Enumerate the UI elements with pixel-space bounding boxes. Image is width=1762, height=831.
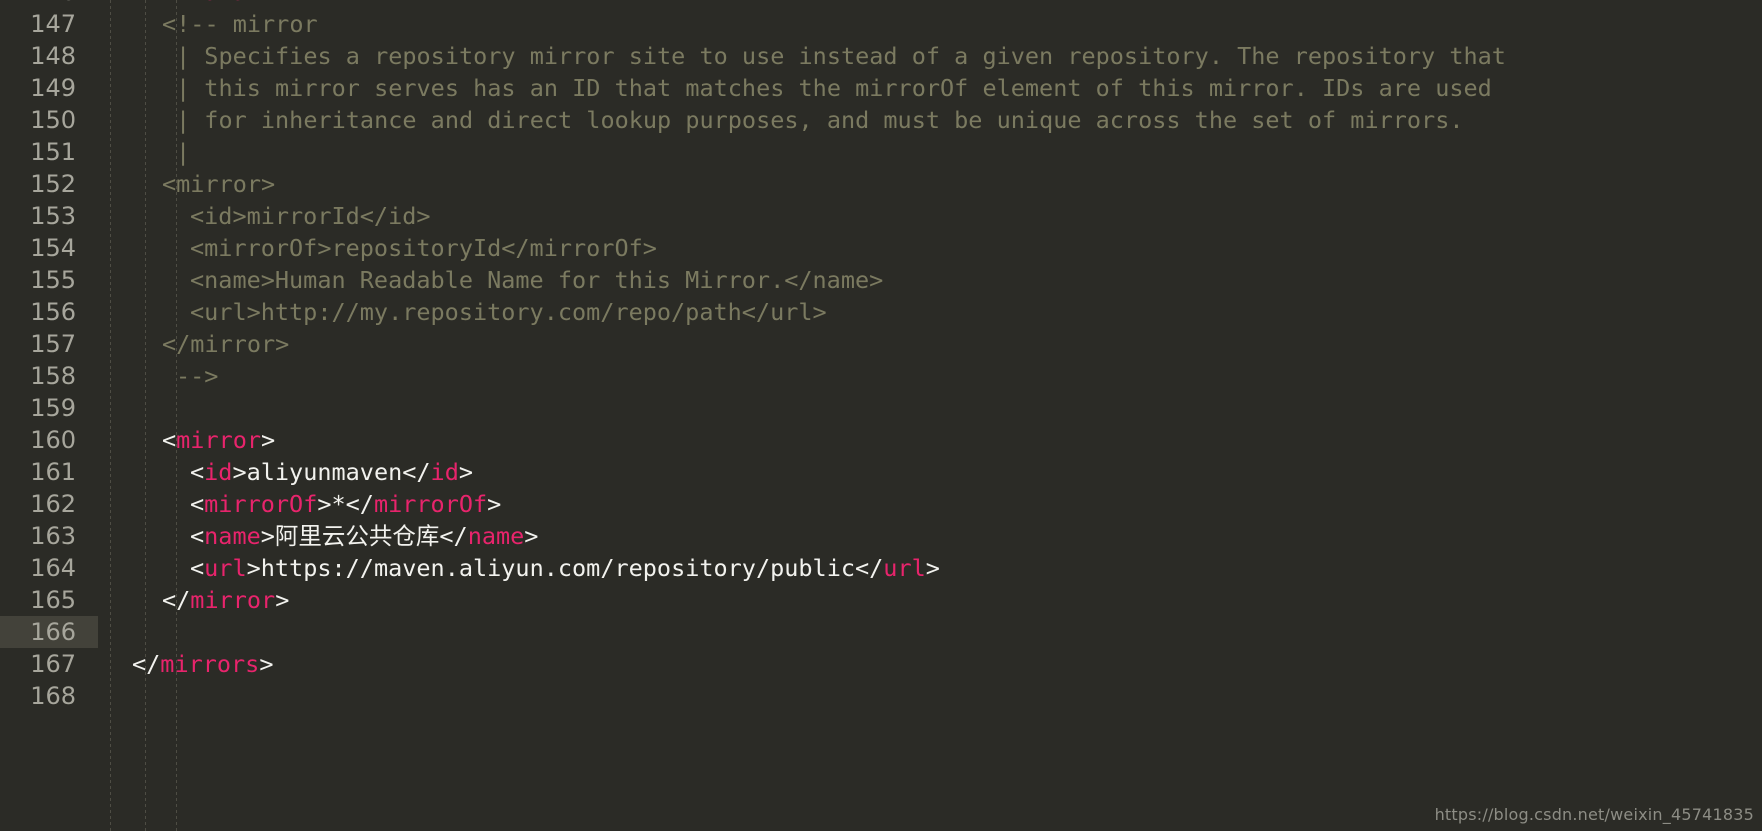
token-text: aliyunmaven (246, 458, 403, 486)
code-line-160[interactable]: <mirror> (162, 424, 275, 456)
code-editor[interactable]: 1461471481491501511521531541551561571581… (0, 0, 1762, 831)
token-comment: --> (176, 362, 219, 390)
token-text: https://maven.aliyun.com/repository/publ… (260, 554, 855, 582)
token-tag: id (204, 458, 233, 486)
token-punct: < (190, 458, 205, 486)
line-number-148[interactable]: 148 (0, 40, 98, 72)
code-line-161[interactable]: <id>aliyunmaven</id> (190, 456, 473, 488)
line-number-159[interactable]: 159 (0, 392, 98, 424)
line-number-158[interactable]: 158 (0, 360, 98, 392)
code-line-146[interactable]: <mirrors> (132, 0, 259, 8)
token-text: * (331, 490, 346, 518)
token-punct: > (260, 522, 275, 550)
token-punct: </ (402, 458, 431, 486)
line-number-160[interactable]: 160 (0, 424, 98, 456)
code-line-155[interactable]: <name>Human Readable Name for this Mirro… (190, 264, 883, 296)
token-punct: </ (855, 554, 884, 582)
token-punct: > (261, 426, 276, 454)
line-number-154[interactable]: 154 (0, 232, 98, 264)
code-line-157[interactable]: </mirror> (162, 328, 289, 360)
token-punct: < (162, 426, 177, 454)
token-tag: url (883, 554, 926, 582)
code-line-147[interactable]: <!-- mirror (162, 8, 318, 40)
token-comment: </mirror> (162, 330, 290, 358)
line-number-165[interactable]: 165 (0, 584, 98, 616)
token-punct: > (245, 0, 259, 6)
token-punct: > (458, 458, 473, 486)
token-comment: <mirrorOf>repositoryId</mirrorOf> (190, 234, 657, 262)
token-text: 阿里云公共仓库 (274, 522, 440, 550)
token-punct: </ (345, 490, 374, 518)
line-number-168[interactable]: 168 (0, 680, 98, 712)
code-line-162[interactable]: <mirrorOf>*</mirrorOf> (190, 488, 501, 520)
line-number-161[interactable]: 161 (0, 456, 98, 488)
line-number-157[interactable]: 157 (0, 328, 98, 360)
token-comment: <id>mirrorId</id> (190, 202, 431, 230)
code-line-150[interactable]: | for inheritance and direct lookup purp… (176, 104, 1464, 136)
token-punct: </ (132, 650, 161, 678)
code-line-165[interactable]: </mirror> (162, 584, 289, 616)
token-tag: name (467, 522, 525, 550)
code-line-158[interactable]: --> (176, 360, 218, 392)
token-punct: </ (162, 586, 191, 614)
token-tag: mirrorOf (204, 490, 318, 518)
code-line-148[interactable]: | Specifies a repository mirror site to … (176, 40, 1506, 72)
token-comment: <url>http://my.repository.com/repo/path<… (190, 298, 827, 326)
code-line-167[interactable]: </mirrors> (132, 648, 274, 680)
token-comment: <mirror> (162, 170, 276, 198)
code-line-154[interactable]: <mirrorOf>repositoryId</mirrorOf> (190, 232, 657, 264)
line-number-167[interactable]: 167 (0, 648, 98, 680)
line-number-166[interactable]: 166 (0, 616, 98, 648)
code-line-151[interactable]: | (176, 136, 190, 168)
line-number-152[interactable]: 152 (0, 168, 98, 200)
token-comment: <!-- mirror (162, 10, 318, 38)
line-number-164[interactable]: 164 (0, 552, 98, 584)
token-tag: mirrorOf (373, 490, 488, 518)
token-punct: > (275, 586, 290, 614)
token-comment: | this mirror serves has an ID that matc… (176, 74, 1492, 102)
line-number-146[interactable]: 146 (0, 0, 98, 8)
code-content-area[interactable]: <mirrors><!-- mirror| Specifies a reposi… (98, 0, 1762, 831)
token-tag: url (204, 554, 247, 582)
token-punct: > (317, 490, 332, 518)
token-tag: name (204, 522, 261, 550)
token-punct: </ (439, 522, 468, 550)
watermark-text: https://blog.csdn.net/weixin_45741835 (1434, 805, 1754, 824)
line-number-149[interactable]: 149 (0, 72, 98, 104)
code-line-164[interactable]: <url>https://maven.aliyun.com/repository… (190, 552, 940, 584)
code-line-153[interactable]: <id>mirrorId</id> (190, 200, 431, 232)
token-punct: > (246, 554, 261, 582)
line-number-156[interactable]: 156 (0, 296, 98, 328)
code-line-149[interactable]: | this mirror serves has an ID that matc… (176, 72, 1492, 104)
token-punct: < (190, 490, 205, 518)
line-number-151[interactable]: 151 (0, 136, 98, 168)
code-line-156[interactable]: <url>http://my.repository.com/repo/path<… (190, 296, 827, 328)
token-punct: > (259, 650, 274, 678)
token-tag: mirrors (160, 650, 260, 678)
line-number-155[interactable]: 155 (0, 264, 98, 296)
line-number-147[interactable]: 147 (0, 8, 98, 40)
line-number-gutter[interactable]: 1461471481491501511521531541551561571581… (0, 0, 98, 831)
line-number-163[interactable]: 163 (0, 520, 98, 552)
token-tag: mirror (176, 426, 262, 454)
token-comment: | (176, 138, 191, 166)
token-punct: < (190, 522, 205, 550)
token-punct: > (524, 522, 539, 550)
token-tag: mirrors (146, 0, 245, 6)
token-tag: id (430, 458, 459, 486)
token-comment: <name>Human Readable Name for this Mirro… (190, 266, 884, 294)
line-number-153[interactable]: 153 (0, 200, 98, 232)
token-tag: mirror (190, 586, 276, 614)
token-comment: | for inheritance and direct lookup purp… (176, 106, 1464, 134)
token-punct: < (190, 554, 205, 582)
token-comment: | Specifies a repository mirror site to … (176, 42, 1506, 70)
line-number-162[interactable]: 162 (0, 488, 98, 520)
code-line-152[interactable]: <mirror> (162, 168, 275, 200)
token-punct: < (132, 0, 146, 6)
line-number-150[interactable]: 150 (0, 104, 98, 136)
code-line-163[interactable]: <name>阿里云公共仓库</name> (190, 520, 538, 552)
token-punct: > (232, 458, 247, 486)
token-punct: > (925, 554, 940, 582)
token-punct: > (487, 490, 502, 518)
